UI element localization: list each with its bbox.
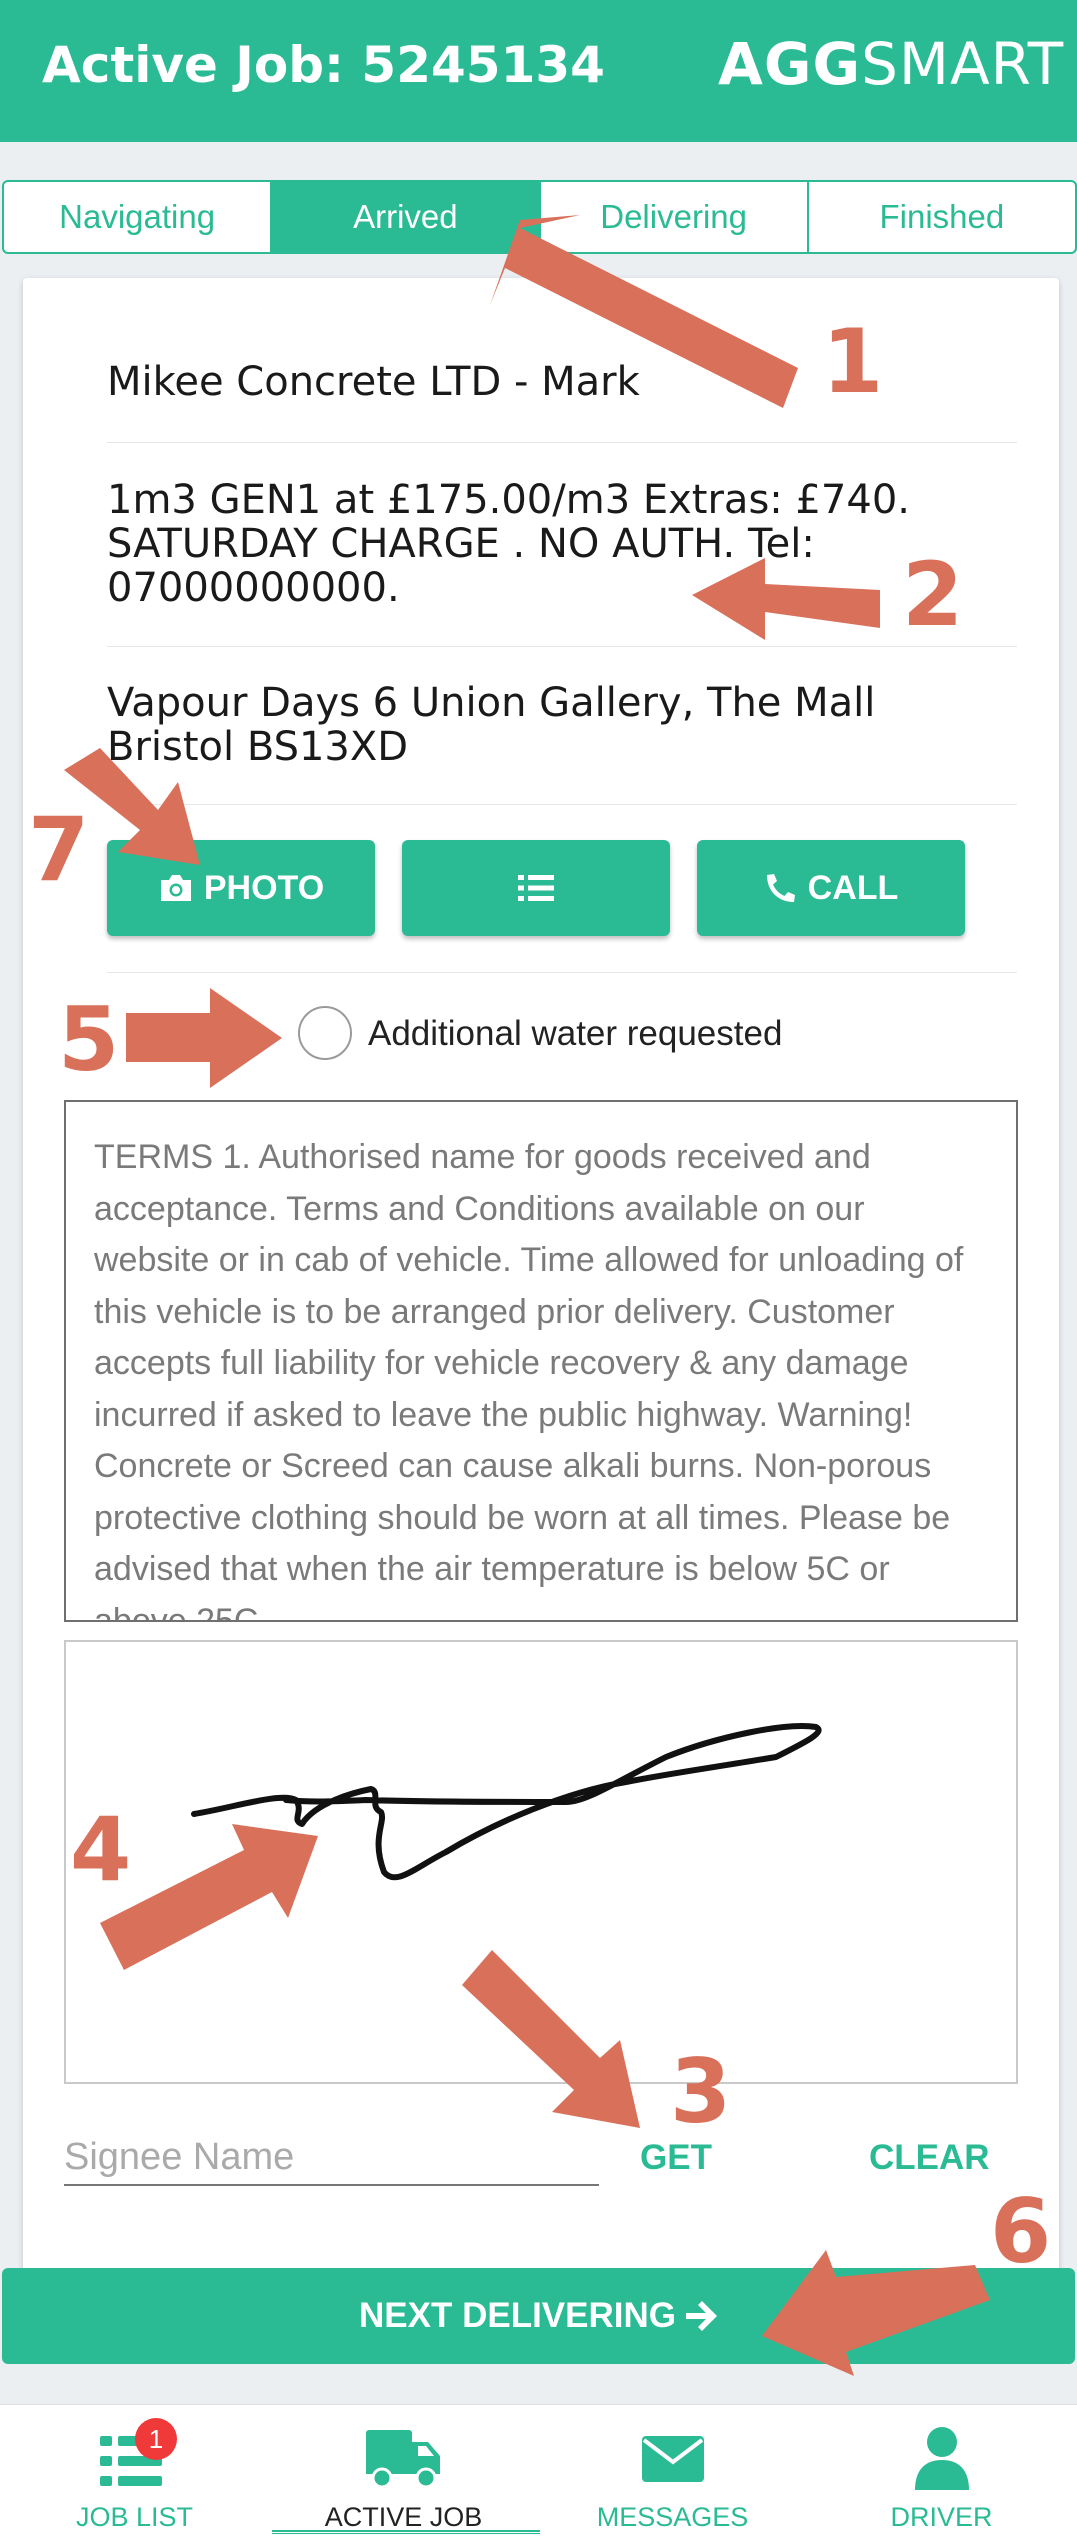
annotation-label-7: 7: [28, 798, 89, 901]
annotation-overlay: 1 2 3 4 5 6 7: [28, 215, 1051, 2376]
annotation-label-6: 6: [990, 2180, 1051, 2283]
annotation-arrow: [100, 1824, 318, 1970]
annotation-arrow: [692, 558, 880, 640]
annotation-label-1: 1: [822, 310, 883, 413]
annotation-arrow: [462, 1950, 640, 2128]
annotation-numbers: 1 2 3 4 5 6 7: [28, 310, 1051, 2283]
annotation-label-3: 3: [670, 2040, 731, 2143]
annotation-arrow: [762, 2250, 990, 2376]
annotation-label-5: 5: [58, 988, 119, 1091]
annotation-arrow: [126, 988, 282, 1088]
annotation-label-4: 4: [70, 1798, 131, 1901]
annotation-label-2: 2: [902, 543, 963, 646]
annotation-arrow: [490, 215, 798, 408]
